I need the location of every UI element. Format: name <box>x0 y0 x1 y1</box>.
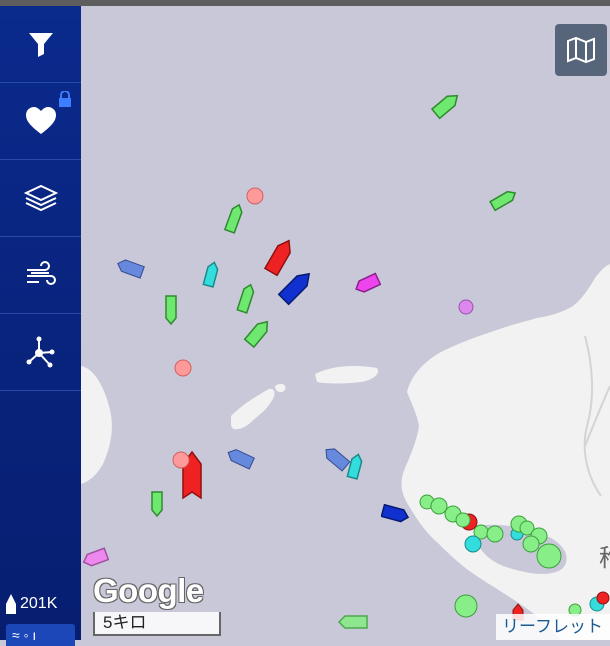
anchored-vessel-dot[interactable] <box>171 450 191 470</box>
layers-icon <box>23 184 58 212</box>
ship-unknown[interactable] <box>321 444 351 472</box>
lock-icon <box>59 91 71 107</box>
google-logo: Google <box>93 572 204 609</box>
anchored-vessel-dot[interactable] <box>245 186 265 206</box>
bottom-toggle[interactable]: ≈ ◦ ı <box>6 624 75 646</box>
ship-cargo[interactable] <box>219 202 249 236</box>
sidebar: 201K ≈ ◦ ı <box>0 6 81 646</box>
scale-bar: 5キロ <box>93 612 221 636</box>
map-icon <box>567 36 595 64</box>
ship-cargo[interactable] <box>231 282 261 316</box>
ship-special[interactable] <box>199 260 223 290</box>
ship-cargo[interactable] <box>157 292 185 326</box>
anchored-vessel-dot[interactable] <box>173 358 193 378</box>
ship-unknown[interactable] <box>115 256 145 280</box>
heart-icon <box>25 107 56 134</box>
ship-cargo[interactable] <box>239 316 275 352</box>
ship-unknown[interactable] <box>225 446 255 470</box>
ship-fishing[interactable] <box>81 546 109 570</box>
ship-cargo[interactable] <box>427 88 463 124</box>
filter-button[interactable] <box>0 6 81 83</box>
map-layers-button[interactable] <box>0 160 81 237</box>
map-type-button[interactable] <box>555 24 607 76</box>
place-label: 稚 <box>599 538 610 573</box>
favorites-button[interactable] <box>0 83 81 160</box>
ship-cargo[interactable] <box>487 184 519 216</box>
vessel-count: 201K <box>6 594 57 614</box>
ship-cargo[interactable] <box>337 610 371 634</box>
weather-button[interactable] <box>0 237 81 314</box>
vessel-count-value: 201K <box>20 595 58 612</box>
network-button[interactable] <box>0 314 81 391</box>
boat-icon <box>6 594 16 614</box>
ship-fishing[interactable] <box>353 272 381 296</box>
map-canvas[interactable]: 稚 Google 5キロ リーフレット <box>81 6 610 640</box>
wind-icon <box>26 261 56 285</box>
attribution-link[interactable]: リーフレット <box>496 614 610 640</box>
ship-cargo[interactable] <box>145 488 169 518</box>
anchored-vessel-dot[interactable] <box>457 298 475 316</box>
ship-passenger[interactable] <box>275 266 315 310</box>
network-icon <box>26 336 54 368</box>
ship-passenger[interactable] <box>381 500 411 524</box>
filter-icon <box>28 33 53 57</box>
